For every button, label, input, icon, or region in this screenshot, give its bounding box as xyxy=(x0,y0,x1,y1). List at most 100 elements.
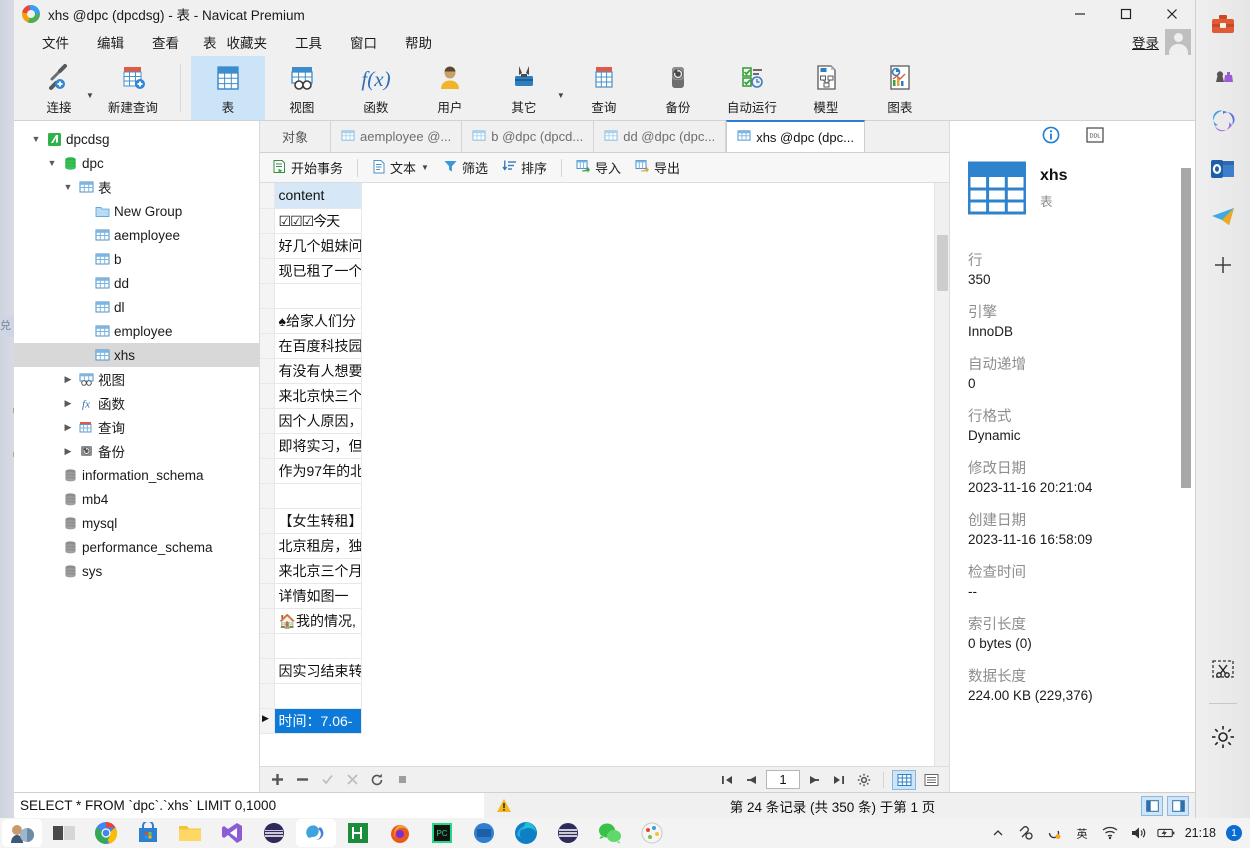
login-link[interactable]: 登录 xyxy=(1132,32,1159,52)
add-icon[interactable] xyxy=(1208,250,1238,280)
cell-content[interactable]: 因个人原因， xyxy=(274,408,362,434)
taskbar-file-explorer-icon[interactable] xyxy=(170,819,210,847)
cell-content[interactable] xyxy=(274,683,362,709)
menu-edit[interactable]: 编辑 xyxy=(83,29,138,55)
row-gutter[interactable] xyxy=(260,333,275,359)
next-page-button[interactable] xyxy=(803,770,825,790)
table-row[interactable]: 现已租了一个 xyxy=(260,258,932,284)
grid-view-toggle[interactable] xyxy=(892,769,916,790)
taskbar-chrome-icon[interactable] xyxy=(86,819,126,847)
menu-tools[interactable]: 工具 xyxy=(281,29,336,55)
tab-aemployee[interactable]: aemployee @... xyxy=(331,121,463,152)
toolbar-function-button[interactable]: f(x) 函数 xyxy=(339,56,413,120)
row-gutter[interactable] xyxy=(260,558,275,584)
row-gutter[interactable] xyxy=(260,283,275,309)
last-page-button[interactable] xyxy=(828,770,850,790)
chevron-down-icon[interactable]: ▼ xyxy=(421,163,429,172)
tree-node-information-schema[interactable]: information_schema xyxy=(14,463,259,487)
chevron-down-icon[interactable]: ▼ xyxy=(60,182,76,192)
chevron-up-icon[interactable] xyxy=(989,824,1007,842)
toggle-left-pane-button[interactable] xyxy=(1141,795,1163,816)
table-row[interactable]: 即将实习，但 xyxy=(260,433,932,459)
row-gutter-selected[interactable] xyxy=(260,708,275,734)
table-row[interactable]: 🏠我的情况, xyxy=(260,608,932,634)
tree-node-dd[interactable]: dd xyxy=(14,271,259,295)
menu-view[interactable]: 查看 xyxy=(138,29,193,55)
cell-content[interactable]: 作为97年的北 xyxy=(274,458,362,484)
taskbar-firefox-icon[interactable] xyxy=(380,819,420,847)
table-row[interactable]: ☑☑☑今天 xyxy=(260,208,932,234)
table-row[interactable]: 有没有人想要 xyxy=(260,358,932,384)
tree-node-views[interactable]: ▶ 视图 xyxy=(14,367,259,391)
taskbar-pycharm-icon[interactable]: PC xyxy=(422,819,462,847)
page-number-input[interactable]: 1 xyxy=(766,770,800,789)
taskbar-navicat-icon[interactable] xyxy=(296,819,336,847)
minimize-button[interactable] xyxy=(1057,0,1103,28)
taskbar-wechat-icon[interactable] xyxy=(590,819,630,847)
info-tab-button[interactable] xyxy=(1039,124,1063,146)
taskbar-store-icon[interactable] xyxy=(128,819,168,847)
row-gutter[interactable] xyxy=(260,633,275,659)
menu-help[interactable]: 帮助 xyxy=(391,29,446,55)
tree-node-mb4[interactable]: mb4 xyxy=(14,487,259,511)
maximize-button[interactable] xyxy=(1103,0,1149,28)
tree-node-tables-folder[interactable]: ▼ 表 xyxy=(14,175,259,199)
stop-button[interactable] xyxy=(391,770,413,790)
cell-content[interactable]: 好几个姐妹问 xyxy=(274,233,362,259)
toolbar-backup-button[interactable]: 备份 xyxy=(641,56,715,120)
taskbar-navicat-dark-icon[interactable] xyxy=(254,819,294,847)
tree-node-new-group[interactable]: New Group xyxy=(14,199,259,223)
table-row[interactable]: 【女生转租】 xyxy=(260,508,932,534)
close-button[interactable] xyxy=(1149,0,1195,28)
taskbar-idea-icon[interactable] xyxy=(464,819,504,847)
cancel-button[interactable] xyxy=(341,770,363,790)
menu-table[interactable]: 表 xyxy=(193,29,221,55)
tree-node-mysql[interactable]: mysql xyxy=(14,511,259,535)
toolbar-user-button[interactable]: 用户 xyxy=(413,56,487,120)
cell-content[interactable]: 来北京三个月 xyxy=(274,558,362,584)
text-button[interactable]: 文本 ▼ xyxy=(366,155,435,180)
cell-content[interactable]: ♠给家人们分 xyxy=(274,308,362,334)
chevron-right-icon[interactable]: ▶ xyxy=(60,374,76,385)
settings-button[interactable] xyxy=(853,770,875,790)
table-row[interactable] xyxy=(260,483,932,509)
tree-node-sys[interactable]: sys xyxy=(14,559,259,583)
tree-node-aemployee[interactable]: aemployee xyxy=(14,223,259,247)
tree-node-queries[interactable]: ▶ 查询 xyxy=(14,415,259,439)
table-row[interactable]: 来北京三个月 xyxy=(260,558,932,584)
table-row[interactable]: 作为97年的北 xyxy=(260,458,932,484)
tree-node-dl[interactable]: dl xyxy=(14,295,259,319)
taskbar-visual-studio-icon[interactable] xyxy=(212,819,252,847)
table-row-selected[interactable]: 时间：7.06- xyxy=(260,708,932,734)
sort-button[interactable]: 排序 xyxy=(496,155,553,180)
cell-content[interactable]: ☑☑☑今天 xyxy=(274,208,362,234)
row-gutter[interactable] xyxy=(260,533,275,559)
toolbar-connection-button[interactable]: 连接 xyxy=(28,56,90,120)
taskbar-navicat2-icon[interactable] xyxy=(548,819,588,847)
ime-icon[interactable]: 英 xyxy=(1073,824,1091,842)
delete-record-button[interactable] xyxy=(291,770,313,790)
export-button[interactable]: 导出 xyxy=(629,155,686,180)
begin-transaction-button[interactable]: 开始事务 xyxy=(266,155,349,180)
table-row[interactable] xyxy=(260,283,932,309)
cell-content[interactable] xyxy=(274,633,362,659)
sidebar-item-xhs[interactable]: xhs xyxy=(14,343,259,367)
cell-content[interactable]: 因实习结束转 xyxy=(274,658,362,684)
add-record-button[interactable] xyxy=(266,770,288,790)
menu-file[interactable]: 文件 xyxy=(28,29,83,55)
cell-content[interactable]: 🏠我的情况, xyxy=(274,608,362,634)
toolbar-chart-button[interactable]: 图表 xyxy=(863,56,937,120)
warning-icon[interactable] xyxy=(484,798,524,813)
row-gutter[interactable] xyxy=(260,583,275,609)
table-row[interactable]: 因实习结束转 xyxy=(260,658,932,684)
taskbar-profile-icon[interactable] xyxy=(2,819,42,847)
row-gutter[interactable] xyxy=(260,308,275,334)
first-page-button[interactable] xyxy=(716,770,738,790)
tab-xhs[interactable]: xhs @dpc (dpc... xyxy=(726,120,865,152)
table-row[interactable]: 在百度科技园 xyxy=(260,333,932,359)
row-gutter[interactable] xyxy=(260,233,275,259)
row-gutter[interactable] xyxy=(260,658,275,684)
cell-content[interactable]: 现已租了一个 xyxy=(274,258,362,284)
chevron-down-icon[interactable]: ▼ xyxy=(44,158,60,168)
snip-icon[interactable] xyxy=(1208,655,1238,685)
